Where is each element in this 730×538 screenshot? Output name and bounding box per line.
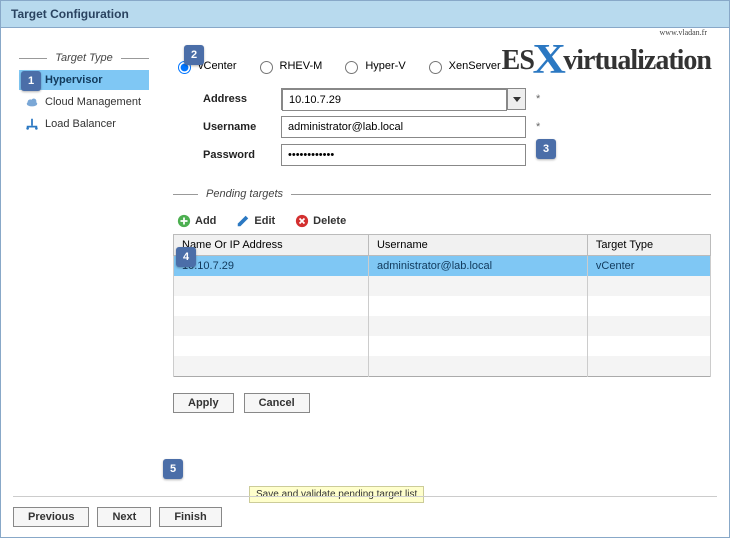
apply-tooltip: Save and validate pending target list — [249, 486, 424, 503]
callout-2: 2 — [184, 45, 204, 65]
table-row[interactable] — [174, 336, 711, 356]
table-cell — [587, 316, 710, 336]
table-row[interactable]: 10.10.7.29administrator@lab.localvCenter — [174, 256, 711, 277]
password-label: Password — [203, 149, 271, 161]
table-cell — [368, 356, 587, 377]
pending-action-bar: Add Edit Delete — [173, 208, 711, 234]
table-cell: 10.10.7.29 — [174, 256, 369, 277]
radio-rhev-m[interactable]: RHEV-M — [255, 58, 323, 74]
table-cell — [587, 276, 710, 296]
table-row[interactable] — [174, 276, 711, 296]
sidebar-item-cloud-management[interactable]: Cloud Management — [19, 92, 149, 112]
table-row[interactable] — [174, 316, 711, 336]
table-cell — [587, 296, 710, 316]
sidebar-item-label: Hypervisor — [45, 74, 102, 86]
brand-url: www.vladan.fr — [660, 28, 707, 37]
table-cell — [587, 356, 710, 377]
window-title: Target Configuration — [1, 1, 729, 28]
sidebar-item-label: Cloud Management — [45, 96, 141, 108]
apply-button[interactable]: Apply — [173, 393, 234, 413]
finish-button[interactable]: Finish — [159, 507, 221, 527]
required-indicator: * — [536, 93, 540, 105]
radio-vcenter[interactable]: vCenter — [173, 58, 237, 74]
sidebar-heading: Target Type — [19, 52, 149, 64]
table-cell — [587, 336, 710, 356]
table-cell — [368, 276, 587, 296]
table-cell: vCenter — [587, 256, 710, 277]
edit-button[interactable]: Edit — [236, 214, 275, 228]
main-panel: vCenter RHEV-M Hyper-V XenServer Address… — [173, 48, 711, 413]
username-label: Username — [203, 121, 271, 133]
brand-logo: www.vladan.fr ESXvirtualization — [502, 32, 711, 80]
sidebar-item-label: Load Balancer — [45, 118, 116, 130]
balance-icon — [25, 117, 39, 131]
edit-icon — [236, 214, 250, 228]
table-cell — [174, 276, 369, 296]
divider — [13, 496, 717, 497]
pending-targets-table[interactable]: Name Or IP Address Username Target Type … — [173, 234, 711, 377]
wizard-footer: Previous Next Finish — [13, 507, 222, 527]
previous-button[interactable]: Previous — [13, 507, 89, 527]
sidebar-item-load-balancer[interactable]: Load Balancer — [19, 114, 149, 134]
password-input[interactable] — [281, 144, 526, 166]
delete-button[interactable]: Delete — [295, 214, 346, 228]
table-cell — [174, 296, 369, 316]
radio-hyper-v[interactable]: Hyper-V — [340, 58, 405, 74]
cloud-icon — [25, 95, 39, 109]
callout-5: 5 — [163, 459, 183, 479]
table-cell — [368, 316, 587, 336]
required-indicator: * — [536, 121, 540, 133]
table-cell — [368, 296, 587, 316]
add-icon — [177, 214, 191, 228]
add-button[interactable]: Add — [177, 214, 216, 228]
table-cell — [368, 336, 587, 356]
table-row[interactable] — [174, 356, 711, 377]
col-target-type[interactable]: Target Type — [587, 235, 710, 256]
address-label: Address — [203, 93, 271, 105]
callout-1: 1 — [21, 71, 41, 91]
sidebar: Target Type Hypervisor Cloud Management … — [19, 48, 149, 413]
col-address[interactable]: Name Or IP Address — [174, 235, 369, 256]
radio-xenserver[interactable]: XenServer — [424, 58, 501, 74]
username-input[interactable] — [281, 116, 526, 138]
table-cell — [174, 336, 369, 356]
table-cell — [174, 316, 369, 336]
delete-icon — [295, 214, 309, 228]
address-input[interactable] — [282, 89, 507, 111]
chevron-down-icon[interactable] — [507, 89, 525, 109]
pending-targets-heading: Pending targets — [173, 188, 711, 200]
callout-4: 4 — [176, 247, 196, 267]
cancel-button[interactable]: Cancel — [244, 393, 310, 413]
table-cell: administrator@lab.local — [368, 256, 587, 277]
callout-3: 3 — [536, 139, 556, 159]
address-combobox[interactable] — [281, 88, 526, 110]
table-row[interactable] — [174, 296, 711, 316]
col-username[interactable]: Username — [368, 235, 587, 256]
next-button[interactable]: Next — [97, 507, 151, 527]
table-cell — [174, 356, 369, 377]
